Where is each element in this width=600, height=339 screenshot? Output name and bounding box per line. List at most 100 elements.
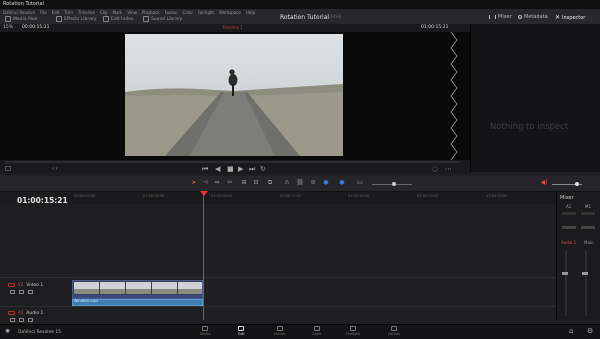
mixer-fader-main[interactable] — [582, 272, 588, 275]
lock-track-icon[interactable] — [10, 318, 15, 322]
lock-track-icon[interactable] — [10, 290, 15, 294]
go-to-end-icon[interactable]: ⏭ — [249, 166, 255, 173]
page-tab-media[interactable]: Media — [200, 326, 211, 336]
mixer-toggle-button[interactable]: Mixer — [489, 14, 512, 20]
go-to-start-icon[interactable]: ⏮ — [202, 166, 208, 173]
menu-bar: Rotation Tutorial — [0, 0, 600, 9]
video-track-controls — [10, 290, 33, 294]
page-tab-color[interactable]: Color — [312, 326, 321, 336]
sound-library-button[interactable]: Sound Library — [143, 16, 182, 22]
edit-page-icon — [238, 326, 245, 331]
mixer-fader-a1[interactable] — [562, 272, 568, 275]
page-tab-deliver[interactable]: Deliver — [388, 326, 400, 336]
ruler-label: 01:00:20:00 — [417, 194, 439, 198]
media-pool-icon — [5, 16, 11, 22]
effects-library-icon — [56, 16, 62, 22]
mixer-eq-m1[interactable] — [581, 226, 595, 229]
menu-item-file[interactable]: File — [40, 10, 47, 16]
solo-icon[interactable] — [19, 318, 24, 322]
flag-icon[interactable]: ● — [322, 179, 330, 187]
page-tab-fairlight[interactable]: Fairlight — [346, 326, 360, 336]
track-enable-icon[interactable] — [28, 290, 33, 294]
play-icon[interactable]: ▶ — [238, 166, 243, 173]
metadata-icon — [518, 15, 522, 19]
mixer-eq-a1[interactable] — [562, 226, 576, 229]
ruler-label: 01:00:04:00 — [143, 194, 165, 198]
media-page-icon — [202, 326, 209, 331]
media-pool-button[interactable]: Media Pool — [5, 16, 37, 22]
page-tab-label: Fusion — [274, 332, 286, 336]
clip-thumbnails — [73, 281, 202, 298]
audio-track-controls — [10, 318, 33, 322]
home-icon[interactable]: ⌂ — [569, 327, 573, 335]
color-page-icon — [313, 326, 320, 331]
snapping-icon[interactable]: ∩ — [283, 179, 291, 187]
position-lock-icon[interactable]: ⊘ — [309, 179, 317, 187]
audio-track-id: A1 — [18, 310, 24, 315]
play-reverse-icon[interactable]: ◀ — [215, 166, 220, 173]
inspector-toggle-button[interactable]: ✕ Inspector — [555, 14, 585, 21]
mixer-channel-a1: A1 — [566, 204, 572, 209]
linked-selection-icon[interactable]: ⛓ — [296, 179, 304, 187]
edit-index-icon — [103, 16, 109, 22]
metadata-toggle-button[interactable]: Metadata — [518, 14, 548, 20]
edit-index-label: Edit Index — [111, 16, 134, 22]
fusion-page-icon — [276, 326, 283, 331]
inspector-panel — [470, 24, 600, 172]
dynamic-trim-icon[interactable]: ⇔ — [213, 179, 221, 187]
mixer-toggle-label: Mixer — [498, 14, 512, 20]
zoom-level[interactable]: 15% — [3, 25, 13, 30]
ruler-label: 01:00:16:00 — [348, 194, 370, 198]
ruler-label: 01:00:00:00 — [74, 194, 96, 198]
page-tab-edit[interactable]: Edit — [238, 326, 245, 336]
track-headers — [0, 204, 73, 320]
overwrite-clip-icon[interactable]: ⊟ — [252, 179, 260, 187]
page-tab-fusion[interactable]: Fusion — [274, 326, 285, 336]
settings-gear-icon[interactable]: ⚙ — [587, 327, 593, 335]
replace-clip-icon[interactable]: ⧉ — [266, 179, 274, 187]
trim-tool-icon[interactable]: ⊣ — [201, 179, 209, 187]
playhead[interactable] — [203, 192, 204, 320]
marker-icon[interactable]: ● — [338, 179, 346, 187]
menu-item-fairlight[interactable]: Fairlight — [198, 10, 214, 16]
page-tab-label: Color — [312, 332, 322, 336]
video-clip[interactable] — [72, 280, 203, 299]
inspector-icon: ✕ — [555, 14, 561, 21]
ruler-label: 01:00:24:00 — [486, 194, 508, 198]
timeline-selector[interactable]: Timeline 1 — [222, 25, 243, 30]
media-pool-label: Media Pool — [13, 16, 38, 22]
blade-tool-icon[interactable]: ✂ — [226, 179, 234, 187]
mixer-audio-label: Audio 1 — [561, 240, 577, 245]
mixer-input-a1[interactable] — [562, 212, 576, 215]
playhead-handle[interactable] — [200, 191, 208, 196]
video-track-header[interactable]: V1 Video 1 — [8, 282, 43, 288]
zoom-full-icon[interactable]: ▭ — [356, 179, 364, 187]
monitor-volume-knob[interactable] — [575, 182, 579, 186]
viewer-scrubber[interactable] — [5, 161, 460, 163]
auto-select-icon[interactable] — [19, 290, 24, 294]
jog-arrows-icon[interactable]: ‹ › — [52, 166, 58, 173]
stop-icon[interactable]: ■ — [227, 166, 234, 173]
edit-index-button[interactable]: Edit Index — [103, 16, 134, 22]
audio-volume-icon[interactable]: ◀) — [540, 179, 548, 187]
audio-track-header[interactable]: A1 Audio 1 — [8, 310, 43, 316]
menu-item-workspace[interactable]: Workspace — [219, 10, 241, 16]
match-frame-icon[interactable]: ◌ — [432, 166, 438, 173]
mute-icon[interactable] — [28, 318, 33, 322]
loop-icon[interactable]: ↻ — [260, 166, 266, 173]
track-divider — [0, 306, 556, 307]
menu-item-help[interactable]: Help — [246, 10, 255, 16]
mixer-input-m1[interactable] — [581, 212, 595, 215]
timeline-zoom-knob[interactable] — [392, 182, 396, 186]
insert-clip-icon[interactable]: ⊞ — [240, 179, 248, 187]
effects-library-button[interactable]: Effects Library — [56, 16, 96, 22]
viewer-menu-icon[interactable]: ⋯ — [445, 166, 452, 173]
video-edge-zigzag — [450, 32, 458, 160]
timeline-timecode: 01:00:15:21 — [421, 25, 449, 30]
video-frame-image — [125, 34, 343, 156]
viewer-options-icon[interactable]: ☐ — [5, 166, 11, 173]
menu-item-color[interactable]: Color — [183, 10, 193, 16]
selection-tool-icon[interactable]: ➤ — [190, 179, 198, 187]
audio-clip-name: Windmill.mp4 — [74, 299, 99, 303]
fairlight-page-icon — [350, 326, 356, 331]
